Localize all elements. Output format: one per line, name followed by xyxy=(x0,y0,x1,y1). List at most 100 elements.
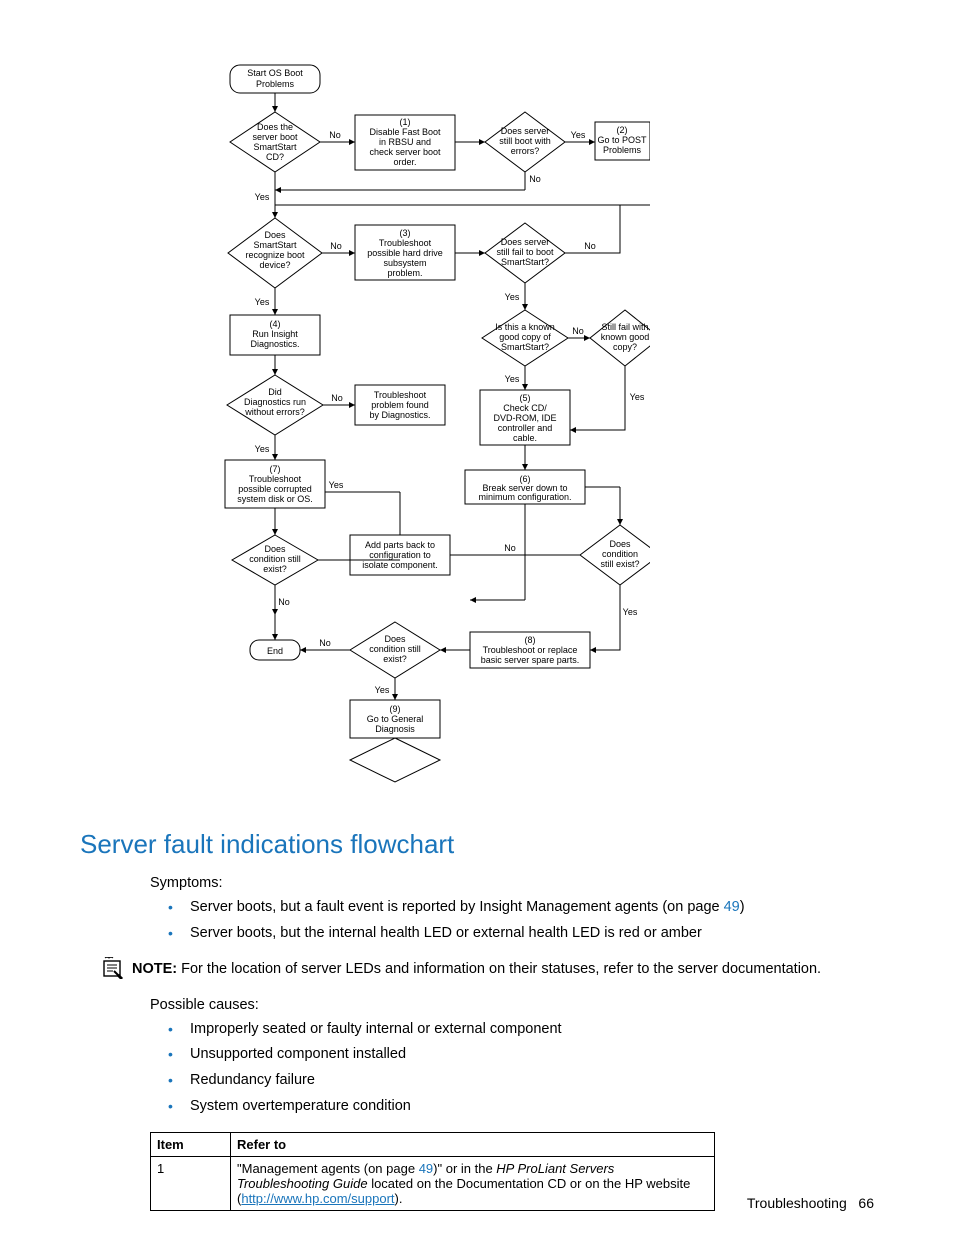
svg-text:server boot: server boot xyxy=(252,132,298,142)
footer-page: 66 xyxy=(858,1195,874,1211)
svg-text:Yes: Yes xyxy=(255,192,270,202)
svg-text:No: No xyxy=(572,326,584,336)
svg-text:Does: Does xyxy=(264,544,286,554)
svg-text:CD?: CD? xyxy=(266,152,284,162)
svg-text:Does: Does xyxy=(384,634,406,644)
svg-text:exist?: exist? xyxy=(263,564,287,574)
svg-text:(8): (8) xyxy=(525,635,536,645)
svg-text:Troubleshoot or replace: Troubleshoot or replace xyxy=(483,645,578,655)
svg-text:Yes: Yes xyxy=(630,392,645,402)
svg-text:basic server spare parts.: basic server spare parts. xyxy=(481,655,580,665)
svg-text:Still fail with: Still fail with xyxy=(601,322,648,332)
causes-label: Possible causes: xyxy=(150,997,874,1013)
svg-text:Diagnosis: Diagnosis xyxy=(375,724,415,734)
svg-text:No: No xyxy=(584,241,596,251)
svg-text:SmartStart?: SmartStart? xyxy=(501,342,549,352)
text: ) xyxy=(740,899,745,915)
svg-text:Problems: Problems xyxy=(256,79,295,89)
svg-text:Go to General: Go to General xyxy=(367,714,424,724)
col-header-refer: Refer to xyxy=(231,1132,715,1156)
svg-text:(9): (9) xyxy=(390,704,401,714)
page-link[interactable]: 49 xyxy=(419,1161,433,1176)
svg-text:Is this a known: Is this a known xyxy=(495,322,555,332)
page-link[interactable]: 49 xyxy=(724,899,740,915)
svg-text:Troubleshoot: Troubleshoot xyxy=(374,390,427,400)
cell-refer: "Management agents (on page 49)" or in t… xyxy=(231,1156,715,1210)
svg-text:problem found: problem found xyxy=(371,400,429,410)
svg-text:Did: Did xyxy=(268,387,282,397)
text: "Management agents (on page xyxy=(237,1161,419,1176)
svg-text:subsystem: subsystem xyxy=(383,258,426,268)
svg-text:Yes: Yes xyxy=(329,480,344,490)
svg-text:(2): (2) xyxy=(617,125,628,135)
causes-list: Improperly seated or faulty internal or … xyxy=(150,1019,874,1118)
os-boot-flowchart: Start OS Boot Problems Does the server b… xyxy=(150,60,874,799)
svg-text:by Diagnostics.: by Diagnostics. xyxy=(369,410,430,420)
svg-text:recognize boot: recognize boot xyxy=(245,250,305,260)
text: )" or in the xyxy=(433,1161,496,1176)
svg-text:No: No xyxy=(319,638,331,648)
table-row: 1 "Management agents (on page 49)" or in… xyxy=(151,1156,715,1210)
svg-text:(4): (4) xyxy=(270,319,281,329)
cell-item: 1 xyxy=(151,1156,231,1210)
list-item: Redundancy failure xyxy=(180,1070,874,1092)
svg-text:Yes: Yes xyxy=(505,374,520,384)
svg-text:No: No xyxy=(278,597,290,607)
svg-text:Problems: Problems xyxy=(603,145,642,155)
list-item: Server boots, but the internal health LE… xyxy=(180,923,874,945)
svg-text:No: No xyxy=(331,393,343,403)
note-callout: NOTE: For the location of server LEDs an… xyxy=(100,959,874,983)
list-item: System overtemperature condition xyxy=(180,1096,874,1118)
svg-text:Diagnostics.: Diagnostics. xyxy=(250,339,299,349)
note-body: For the location of server LEDs and info… xyxy=(177,961,821,977)
svg-text:order.: order. xyxy=(393,157,416,167)
text: Server boots, but a fault event is repor… xyxy=(190,899,724,915)
svg-text:cable.: cable. xyxy=(513,433,537,443)
svg-text:still fail to boot: still fail to boot xyxy=(496,247,554,257)
svg-text:Yes: Yes xyxy=(375,685,390,695)
svg-text:device?: device? xyxy=(259,260,290,270)
text: ). xyxy=(395,1191,403,1206)
svg-text:Does server: Does server xyxy=(501,237,550,247)
support-url[interactable]: http://www.hp.com/support xyxy=(241,1191,394,1206)
svg-text:Troubleshoot: Troubleshoot xyxy=(249,474,302,484)
list-item: Server boots, but a fault event is repor… xyxy=(180,897,874,919)
svg-text:check server boot: check server boot xyxy=(369,147,441,157)
svg-text:Yes: Yes xyxy=(505,292,520,302)
svg-text:(1): (1) xyxy=(400,117,411,127)
svg-text:Does server: Does server xyxy=(501,126,550,136)
svg-text:exist?: exist? xyxy=(383,654,407,664)
svg-text:possible hard drive: possible hard drive xyxy=(367,248,443,258)
svg-text:good copy of: good copy of xyxy=(499,332,551,342)
svg-text:(5): (5) xyxy=(520,393,531,403)
list-item: Improperly seated or faulty internal or … xyxy=(180,1019,874,1041)
page-footer: Troubleshooting 66 xyxy=(747,1195,874,1211)
svg-text:DVD-ROM, IDE: DVD-ROM, IDE xyxy=(494,413,557,423)
svg-text:Troubleshoot: Troubleshoot xyxy=(379,238,432,248)
svg-text:Disable Fast Boot: Disable Fast Boot xyxy=(369,127,441,137)
svg-text:SmartStart: SmartStart xyxy=(253,142,297,152)
svg-text:errors?: errors? xyxy=(511,146,540,156)
svg-text:condition still: condition still xyxy=(369,644,421,654)
symptoms-list: Server boots, but a fault event is repor… xyxy=(150,897,874,945)
svg-text:system disk or OS.: system disk or OS. xyxy=(237,494,313,504)
list-item: Unsupported component installed xyxy=(180,1044,874,1066)
svg-text:without errors?: without errors? xyxy=(244,407,305,417)
svg-text:copy?: copy? xyxy=(613,342,637,352)
svg-text:possible corrupted: possible corrupted xyxy=(238,484,312,494)
svg-text:SmartStart?: SmartStart? xyxy=(501,257,549,267)
svg-text:Yes: Yes xyxy=(255,297,270,307)
svg-text:in RBSU and: in RBSU and xyxy=(379,137,431,147)
svg-text:No: No xyxy=(504,543,516,553)
svg-text:No: No xyxy=(330,241,342,251)
svg-text:problem.: problem. xyxy=(387,268,422,278)
svg-text:SmartStart: SmartStart xyxy=(253,240,297,250)
svg-text:Run Insight: Run Insight xyxy=(252,329,298,339)
svg-text:Add parts back to: Add parts back to xyxy=(365,540,435,550)
svg-text:Yes: Yes xyxy=(571,130,586,140)
svg-text:known good: known good xyxy=(601,332,650,342)
col-header-item: Item xyxy=(151,1132,231,1156)
svg-text:Diagnostics run: Diagnostics run xyxy=(244,397,306,407)
svg-text:isolate component.: isolate component. xyxy=(362,560,438,570)
svg-text:No: No xyxy=(329,130,341,140)
